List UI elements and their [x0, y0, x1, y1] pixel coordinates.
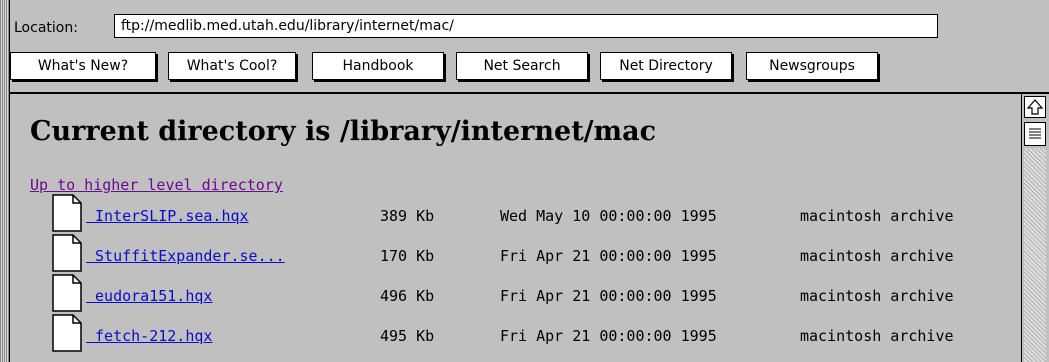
window-left-border — [0, 0, 10, 362]
whats-new-button[interactable]: What's New? — [10, 52, 156, 80]
scroll-thumb[interactable] — [1024, 122, 1046, 146]
document-icon[interactable] — [52, 194, 82, 232]
file-link[interactable]: eudora151.hqx — [86, 287, 212, 305]
file-date: Fri Apr 21 00:00:00 1995 — [500, 287, 717, 305]
file-date: Wed May 10 00:00:00 1995 — [500, 207, 717, 225]
newsgroups-button[interactable]: Newsgroups — [746, 52, 878, 80]
file-size: 389 Kb — [380, 207, 435, 225]
scroll-up-button[interactable] — [1024, 96, 1046, 118]
file-row: StuffitExpander.se... 170 Kb Fri Apr 21 … — [40, 234, 1020, 274]
file-date: Fri Apr 21 00:00:00 1995 — [500, 327, 717, 345]
file-type: macintosh archive — [800, 207, 954, 225]
scroll-track[interactable] — [1024, 148, 1046, 362]
browser-toolbar: Location: ftp://medlib.med.utah.edu/libr… — [10, 0, 1049, 94]
document-icon[interactable] — [52, 234, 82, 272]
file-link[interactable]: StuffitExpander.se... — [86, 247, 285, 265]
vertical-scrollbar[interactable] — [1021, 94, 1049, 362]
page-title: Current directory is /library/internet/m… — [30, 116, 657, 147]
file-row: fetch-212.hqx 495 Kb Fri Apr 21 00:00:00… — [40, 314, 1020, 354]
file-row: InterSLIP.sea.hqx 389 Kb Wed May 10 00:0… — [40, 194, 1020, 234]
file-size: 496 Kb — [380, 287, 435, 305]
grip-lines-icon — [1029, 128, 1041, 139]
location-label: Location: — [14, 20, 78, 36]
whats-cool-button[interactable]: What's Cool? — [168, 52, 296, 80]
up-arrow-icon — [1026, 99, 1044, 115]
net-search-button[interactable]: Net Search — [456, 52, 588, 80]
file-date: Fri Apr 21 00:00:00 1995 — [500, 247, 717, 265]
file-type: macintosh archive — [800, 247, 954, 265]
file-size: 170 Kb — [380, 247, 435, 265]
file-link[interactable]: fetch-212.hqx — [86, 327, 212, 345]
handbook-button[interactable]: Handbook — [312, 52, 444, 80]
file-size: 495 Kb — [380, 327, 435, 345]
document-icon[interactable] — [52, 274, 82, 312]
page-content: Current directory is /library/internet/m… — [10, 94, 1021, 362]
location-field[interactable]: ftp://medlib.med.utah.edu/library/intern… — [114, 14, 938, 38]
net-directory-button[interactable]: Net Directory — [600, 52, 732, 80]
document-icon[interactable] — [52, 314, 82, 352]
file-row: eudora151.hqx 496 Kb Fri Apr 21 00:00:00… — [40, 274, 1020, 314]
up-directory-link[interactable]: Up to higher level directory — [30, 176, 283, 194]
file-type: macintosh archive — [800, 327, 954, 345]
file-type: macintosh archive — [800, 287, 954, 305]
file-link[interactable]: InterSLIP.sea.hqx — [86, 207, 249, 225]
